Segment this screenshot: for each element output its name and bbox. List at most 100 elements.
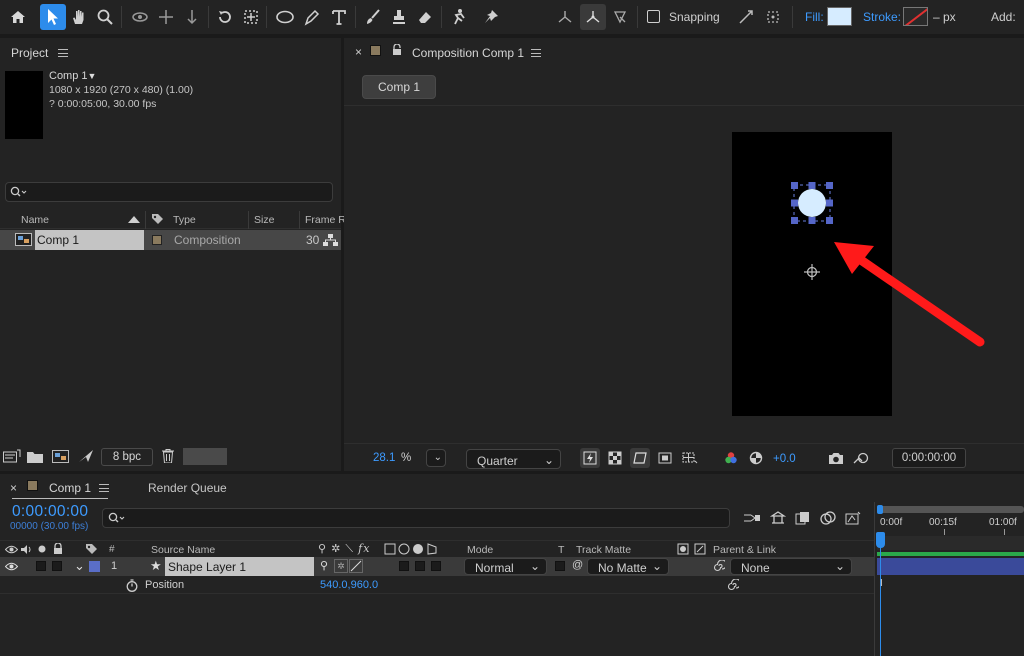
track-matte-dropdown[interactable]: No Matte ⌄ xyxy=(587,558,669,575)
layer-row[interactable]: ⌄ 1 ★ Shape Layer 1 ⚲ ✲ Normal ⌄ @ No Ma… xyxy=(0,557,874,576)
column-header-name[interactable]: Name xyxy=(21,214,49,226)
dolly-tool-icon[interactable] xyxy=(179,4,205,30)
brush-tool-icon[interactable] xyxy=(360,4,386,30)
exposure-value[interactable]: +0.0 xyxy=(773,453,796,465)
motion-blur-icon[interactable] xyxy=(843,509,863,527)
speaker-icon[interactable] xyxy=(19,542,33,556)
hide-shy-layers-icon[interactable] xyxy=(793,509,813,527)
mask-visibility-icon[interactable] xyxy=(630,448,650,468)
color-preview-swatch[interactable] xyxy=(183,448,227,465)
new-folder-icon[interactable] xyxy=(26,448,44,464)
close-icon[interactable]: × xyxy=(10,481,17,495)
solo-checkbox[interactable] xyxy=(36,561,46,571)
adjustment-checkbox[interactable] xyxy=(415,561,425,571)
snap-features-icon[interactable] xyxy=(760,4,786,30)
project-panel-title[interactable]: Project xyxy=(11,46,48,60)
text-tool-icon[interactable] xyxy=(326,4,352,30)
snapping-checkbox[interactable] xyxy=(647,10,660,23)
eye-icon[interactable] xyxy=(4,560,18,573)
quality-switch-icon[interactable] xyxy=(349,559,363,573)
transparency-grid-icon[interactable] xyxy=(605,448,625,468)
frame-blending-icon[interactable] xyxy=(818,509,838,527)
column-header-frame-rate[interactable]: Frame R xyxy=(305,214,346,226)
region-of-interest-icon[interactable] xyxy=(655,448,675,468)
layer-switches-extra-icon[interactable] xyxy=(383,542,443,556)
composition-mini-flowchart-icon[interactable] xyxy=(742,509,762,527)
work-area-bar[interactable] xyxy=(877,552,1024,556)
stroke-width-unit[interactable]: – px xyxy=(933,10,956,24)
pan-tool-icon[interactable] xyxy=(153,4,179,30)
layer-duration-bar[interactable] xyxy=(877,558,1024,575)
grid-guides-icon[interactable] xyxy=(680,448,700,468)
chevron-down-icon[interactable]: ⌄ xyxy=(74,558,85,574)
time-navigator-start-handle[interactable] xyxy=(877,505,883,514)
timeline-timecode[interactable]: 0:00:00:00 xyxy=(12,503,88,521)
tab-comp-1[interactable]: Comp 1 xyxy=(49,481,91,495)
timeline-menu-icon[interactable] xyxy=(99,484,109,492)
new-composition-icon[interactable] xyxy=(51,448,69,464)
axis-local-icon[interactable] xyxy=(552,4,578,30)
reset-exposure-icon[interactable] xyxy=(746,448,766,468)
column-header-size[interactable]: Size xyxy=(254,214,274,226)
lock-icon[interactable] xyxy=(391,43,403,57)
snap-edges-icon[interactable] xyxy=(733,4,759,30)
solo-icon[interactable] xyxy=(36,542,48,556)
column-header-number[interactable]: # xyxy=(109,544,115,555)
row-label-color[interactable] xyxy=(152,235,162,245)
show-snapshot-icon[interactable] xyxy=(851,448,871,468)
composition-tab-label[interactable]: Composition Comp 1 xyxy=(412,46,524,60)
column-header-t[interactable]: T xyxy=(558,544,564,556)
matte-options-icon[interactable] xyxy=(676,542,708,556)
property-pickwhip-icon[interactable] xyxy=(726,578,740,592)
layer-switches-icon[interactable]: ⚲ ✲ ⟍ fx xyxy=(318,542,370,556)
layer-name[interactable]: Shape Layer 1 xyxy=(168,560,246,574)
pickwhip-icon[interactable]: @ xyxy=(572,559,583,571)
3d-layer-checkbox[interactable] xyxy=(431,561,441,571)
sort-ascending-icon[interactable] xyxy=(128,216,140,223)
playhead-line[interactable] xyxy=(880,532,881,656)
bit-depth-button[interactable]: 8 bpc xyxy=(101,448,153,466)
stopwatch-icon[interactable] xyxy=(125,578,139,592)
hand-tool-icon[interactable] xyxy=(66,4,92,30)
column-header-type[interactable]: Type xyxy=(173,214,196,226)
breadcrumb[interactable]: Comp 1 xyxy=(362,75,436,99)
column-header-parent-link[interactable]: Parent & Link xyxy=(713,544,776,556)
column-header-track-matte[interactable]: Track Matte xyxy=(576,544,631,556)
collapse-switch-icon[interactable]: ✲ xyxy=(334,559,348,573)
preserve-transparency-checkbox[interactable] xyxy=(555,561,565,571)
comp-name[interactable]: Comp 1▼ xyxy=(49,70,96,82)
pen-tool-icon[interactable] xyxy=(299,4,325,30)
close-icon[interactable]: × xyxy=(355,45,362,59)
dropdown-arrow-icon[interactable]: ▼ xyxy=(88,71,97,81)
label-tag-icon[interactable] xyxy=(150,212,164,226)
zoom-dropdown[interactable]: ⌄ xyxy=(426,449,446,467)
zoom-tool-icon[interactable] xyxy=(92,4,118,30)
motion-blur-checkbox[interactable] xyxy=(399,561,409,571)
puppet-pin-tool-icon[interactable] xyxy=(478,4,504,30)
clone-stamp-tool-icon[interactable] xyxy=(386,4,412,30)
color-channels-icon[interactable] xyxy=(721,448,741,468)
axis-view-icon[interactable] xyxy=(607,4,633,30)
add-label[interactable]: Add: xyxy=(991,10,1016,24)
ellipse-tool-icon[interactable] xyxy=(272,4,298,30)
layer-label-color[interactable] xyxy=(89,561,100,572)
project-menu-icon[interactable] xyxy=(58,49,68,57)
parent-dropdown[interactable]: None ⌄ xyxy=(730,558,852,575)
shy-switch-icon[interactable]: ⚲ xyxy=(320,559,328,572)
trash-icon[interactable] xyxy=(160,448,176,464)
zoom-control[interactable]: 28.1 % xyxy=(364,447,422,469)
parent-pickwhip-icon[interactable] xyxy=(712,559,726,573)
anchor-point-icon[interactable] xyxy=(803,263,821,281)
roto-brush-tool-icon[interactable] xyxy=(446,4,472,30)
timeline-label-color[interactable] xyxy=(27,480,38,491)
render-queue-icon[interactable] xyxy=(77,448,95,464)
table-row[interactable]: Comp 1 Composition 30 xyxy=(0,230,341,250)
time-ruler[interactable]: 0:00f 00:15f 01:00f xyxy=(876,515,1024,537)
fill-swatch[interactable] xyxy=(827,7,852,26)
lock-icon[interactable] xyxy=(51,542,65,556)
pan-behind-tool-icon[interactable] xyxy=(238,4,264,30)
flowchart-icon[interactable] xyxy=(322,233,338,247)
interpret-footage-icon[interactable] xyxy=(3,448,21,464)
zoom-value[interactable]: 28.1 xyxy=(373,452,395,464)
comp-label-color[interactable] xyxy=(370,45,381,56)
